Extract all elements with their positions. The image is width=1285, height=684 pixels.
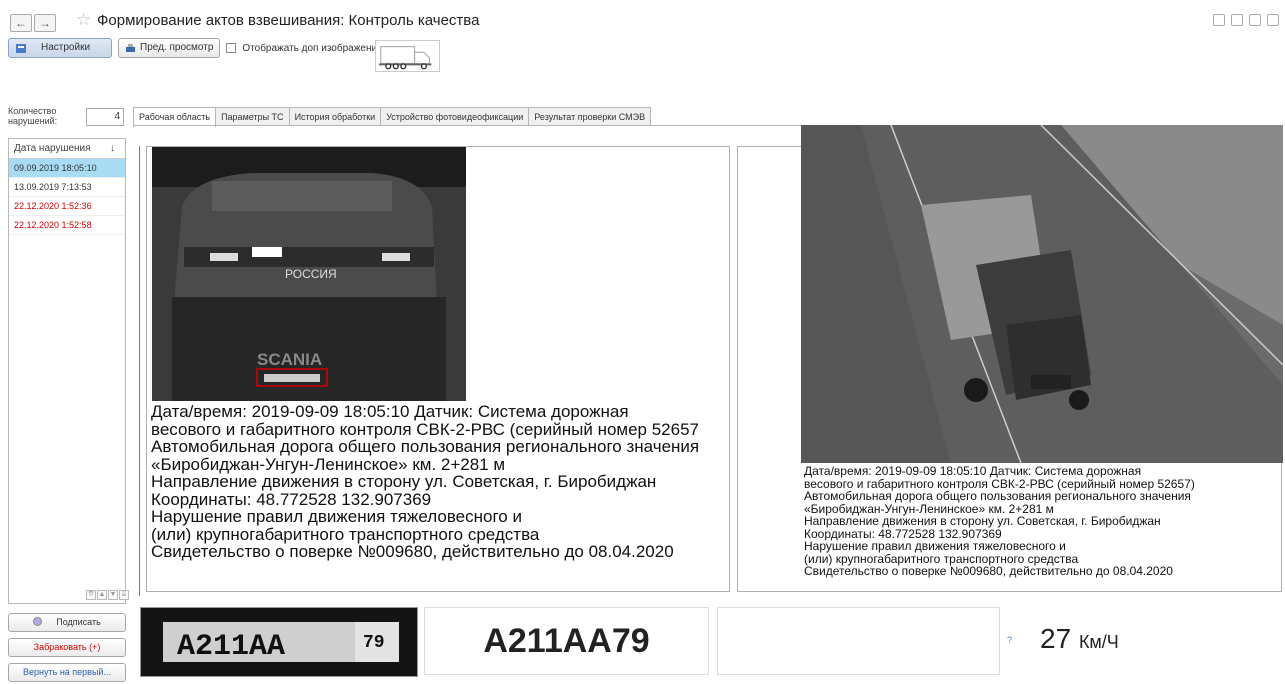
extra-images-checkbox[interactable] [226,43,237,53]
forward-button[interactable]: → [34,14,56,32]
list-header[interactable]: Дата нарушения ↓ [9,139,125,159]
favorite-star-icon[interactable]: ☆ [76,10,91,30]
truck-icon [375,40,440,72]
speed-readout: 27 Км/Ч [1040,623,1119,655]
settings-icon [16,43,26,53]
recognized-plate: A211AA79 [424,607,709,675]
save-icon[interactable] [1213,14,1225,26]
first-icon[interactable]: ⇈ [86,590,96,600]
tab-work-area[interactable]: Рабочая область [133,107,217,127]
page-title: Формирование актов взвешивания: Контроль… [97,12,480,29]
return-first-button[interactable]: Вернуть на первый... [8,663,126,682]
tab-smev-result[interactable]: Результат проверки СМЭВ [528,107,652,126]
brand-text: SCANIA [257,350,322,369]
list-header-label: Дата нарушения [14,143,91,154]
reject-button[interactable]: Забраковать (+) [8,638,126,657]
violations-list: Дата нарушения ↓ 09.09.2019 18:05:10 13.… [8,138,126,604]
print-icon[interactable] [1231,14,1243,26]
window-tools [1213,14,1279,26]
help-icon[interactable]: ? [1007,635,1012,645]
tab-processing-history[interactable]: История обработки [288,107,382,126]
russia-text: РОССИЯ [285,267,337,281]
sign-button[interactable]: Подписать [8,613,126,632]
list-item[interactable]: 22.12.2020 1:52:58 [9,216,125,235]
printer-icon [126,43,135,52]
speed-value: 27 [1040,623,1072,654]
violations-count-label: Количество нарушений: [8,106,58,126]
up-icon[interactable]: ▲ [97,590,107,600]
plate-photo: A211AA 79 [140,607,418,677]
plate-photo-text: A211AA [177,630,285,664]
list-item[interactable]: 09.09.2019 18:05:10 [9,159,125,178]
sign-icon [33,617,43,626]
empty-info-box [717,607,1000,675]
settings-button[interactable]: Настройки [8,38,112,58]
settings-label: Настройки [41,42,91,53]
sort-arrow-icon: ↓ [110,143,115,154]
link-icon[interactable] [1267,14,1279,26]
photo-front-caption: Дата/время: 2019-09-09 18:05:10 Датчик: … [151,402,700,561]
preview-button[interactable]: Пред. просмотр [118,38,221,58]
list-nav-buttons: ⇈ ▲ ▼ ⇊ [86,590,129,600]
photo-overview-caption: Дата/время: 2019-09-09 18:05:10 Датчик: … [804,464,1195,578]
photo-overview-frame[interactable]: Дата/время: 2019-09-09 18:05:10 Датчик: … [737,125,1283,592]
focus-line [139,146,140,596]
photo-front-image: РОССИЯ SCANIA [152,147,466,401]
tab-vehicle-params[interactable]: Параметры ТС [215,107,290,126]
tab-bar: Рабочая область Параметры ТС История обр… [133,107,652,127]
preview-label: Пред. просмотр [140,42,214,53]
list-item[interactable]: 22.12.2020 1:52:36 [9,197,125,216]
extra-images-label: Отображать доп изображения [242,42,383,54]
list-item[interactable]: 13.09.2019 7:13:53 [9,178,125,197]
tab-photo-device[interactable]: Устройство фотовидеофиксации [380,107,530,126]
plate-photo-region: 79 [363,633,385,653]
violations-count-field: 4 [86,108,124,126]
photo-overview-image [801,125,1283,463]
search-icon[interactable] [1249,14,1261,26]
back-button[interactable]: ← [10,14,32,32]
speed-unit: Км/Ч [1078,632,1119,652]
toolbar: Настройки Пред. просмотр Отображать доп … [8,38,382,58]
sign-label: Подписать [56,617,101,627]
photo-front-frame[interactable]: РОССИЯ SCANIA Дата/время: 2019-09-09 18:… [146,146,730,592]
last-icon[interactable]: ⇊ [119,590,129,600]
down-icon[interactable]: ▼ [108,590,118,600]
